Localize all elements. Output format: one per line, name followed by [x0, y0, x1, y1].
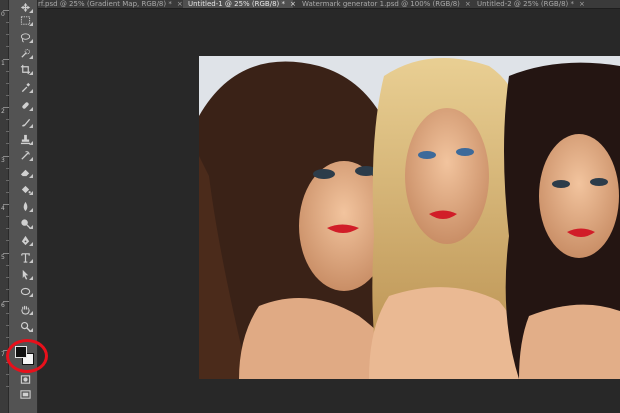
marquee-tool-icon[interactable]	[16, 13, 34, 27]
swatch-highlight-circle	[6, 339, 48, 373]
ruler-label: 6	[1, 302, 5, 309]
tab-label: Untitled-2 @ 25% (RGB/8) *	[477, 0, 574, 8]
screen-mode-icon[interactable]	[16, 387, 34, 401]
lasso-tool-icon[interactable]	[16, 30, 34, 44]
tab-label: Untitled-1 @ 25% (RGB/8) *	[188, 0, 285, 8]
ruler-tick	[3, 59, 9, 60]
ruler-minor-tick	[6, 95, 9, 96]
ruler-tick	[3, 10, 9, 11]
ruler-minor-tick	[6, 289, 9, 290]
dodge-tool-icon[interactable]	[16, 216, 34, 230]
crop-tool-icon[interactable]	[16, 62, 34, 76]
ruler-tick	[3, 107, 9, 108]
ruler-minor-tick	[6, 168, 9, 169]
move-tool-icon[interactable]	[16, 0, 34, 14]
ellipse-tool-icon[interactable]	[16, 284, 34, 298]
eyedropper-tool-icon[interactable]	[16, 80, 34, 94]
tab-watermark-generator[interactable]: Watermark generator 1.psd @ 100% (RGB/8)…	[297, 0, 472, 8]
quick-selection-tool-icon[interactable]	[16, 46, 34, 60]
ruler-label: 7	[1, 351, 5, 358]
ruler-label: 5	[1, 254, 5, 261]
tab-label: rf.psd @ 25% (Gradient Map, RGB/8) *	[38, 0, 172, 8]
ruler-minor-tick	[6, 119, 9, 120]
tab-rf-psd[interactable]: rf.psd @ 25% (Gradient Map, RGB/8) * ×	[38, 0, 183, 8]
ruler-minor-tick	[6, 180, 9, 181]
ruler-minor-tick	[6, 131, 9, 132]
ruler-minor-tick	[6, 337, 9, 338]
canvas-photo	[199, 56, 620, 379]
ruler-minor-tick	[6, 143, 9, 144]
tab-untitled-2[interactable]: Untitled-2 @ 25% (RGB/8) * ×	[471, 0, 620, 8]
spot-healing-brush-icon[interactable]	[16, 98, 34, 112]
close-icon[interactable]: ×	[579, 0, 585, 8]
ruler-minor-tick	[6, 34, 9, 35]
tools-panel: 0 1 2 3 4 5 6 7	[0, 0, 48, 413]
ruler-minor-tick	[6, 46, 9, 47]
history-brush-icon[interactable]	[16, 148, 34, 162]
ruler-minor-tick	[6, 265, 9, 266]
ruler-label: 2	[1, 108, 5, 115]
ruler-minor-tick	[6, 228, 9, 229]
ruler-minor-tick	[6, 386, 9, 387]
ruler-tick	[3, 301, 9, 302]
photoshop-window: 0 1 2 3 4 5 6 7 rf.psd @ 25% (Gradient Map, RGB…	[0, 0, 620, 413]
ruler-minor-tick	[6, 71, 9, 72]
ruler-minor-tick	[6, 240, 9, 241]
ruler-label: 3	[1, 157, 5, 164]
document-tab-bar: rf.psd @ 25% (Gradient Map, RGB/8) * × U…	[38, 0, 620, 9]
eraser-tool-icon[interactable]	[16, 165, 34, 179]
ruler-label: 1	[1, 60, 5, 67]
ruler-tick	[3, 204, 9, 205]
ruler-minor-tick	[6, 277, 9, 278]
ruler-minor-tick	[6, 216, 9, 217]
close-icon[interactable]: ×	[465, 0, 471, 8]
ruler-tick	[3, 253, 9, 254]
ruler-label: 0	[1, 11, 5, 18]
zoom-tool-icon[interactable]	[16, 319, 34, 333]
close-icon[interactable]: ×	[177, 0, 183, 8]
brush-tool-icon[interactable]	[16, 115, 34, 129]
blur-tool-icon[interactable]	[16, 199, 34, 213]
pen-tool-icon[interactable]	[16, 233, 34, 247]
ruler-minor-tick	[6, 83, 9, 84]
tab-untitled-1[interactable]: Untitled-1 @ 25% (RGB/8) * ×	[183, 0, 296, 8]
hand-tool-icon[interactable]	[16, 302, 34, 316]
document-canvas[interactable]	[199, 56, 620, 379]
ruler-minor-tick	[6, 374, 9, 375]
ruler-label: 4	[1, 205, 5, 212]
path-selection-icon[interactable]	[16, 267, 34, 281]
ruler-minor-tick	[6, 313, 9, 314]
quick-mask-icon[interactable]	[16, 372, 34, 386]
clone-stamp-icon[interactable]	[16, 132, 34, 146]
tab-label: Watermark generator 1.psd @ 100% (RGB/8)	[302, 0, 460, 8]
type-tool-icon[interactable]	[16, 250, 34, 264]
ruler-minor-tick	[6, 22, 9, 23]
ruler-minor-tick	[6, 325, 9, 326]
ruler-tick	[3, 156, 9, 157]
ruler-minor-tick	[6, 192, 9, 193]
paint-bucket-icon[interactable]	[16, 182, 34, 196]
close-icon[interactable]: ×	[290, 0, 296, 8]
